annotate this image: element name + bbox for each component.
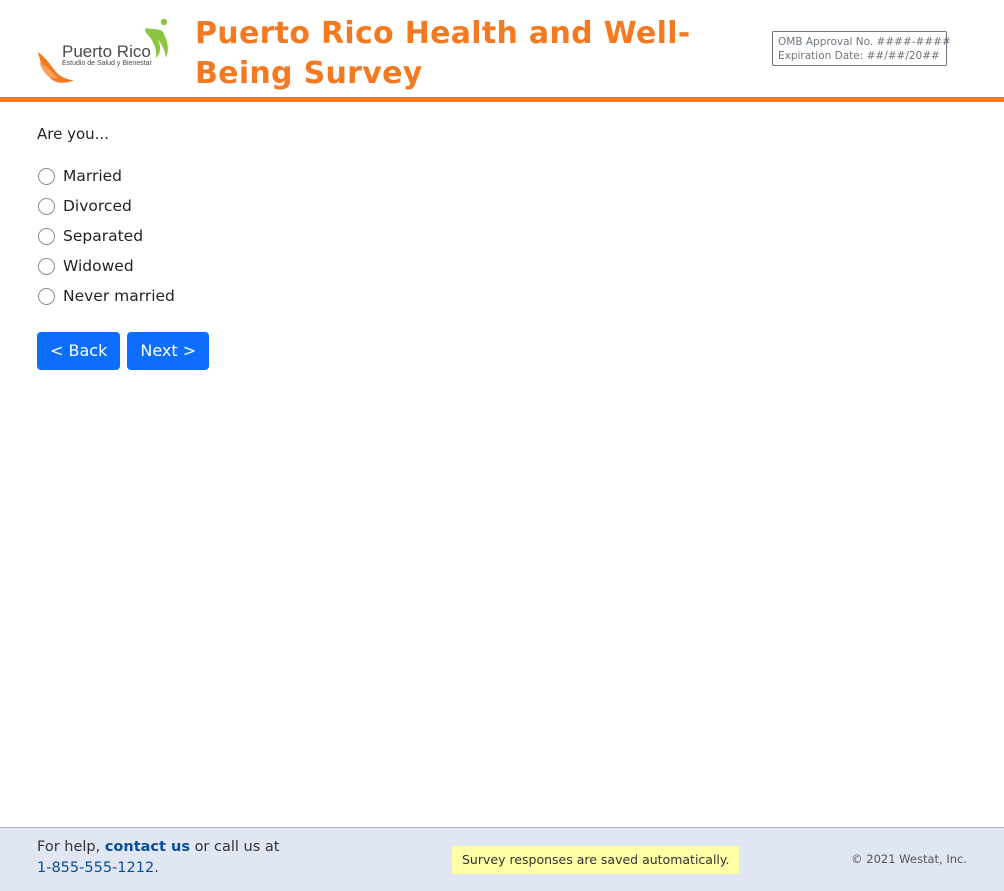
radio-button[interactable] — [38, 287, 55, 305]
help-prefix: For help, — [37, 839, 101, 855]
navigation-buttons: < Back Next > — [37, 332, 937, 370]
contact-us-link[interactable]: contact us — [105, 839, 190, 855]
option-label: Separated — [63, 227, 144, 245]
option-widowed[interactable]: Widowed — [37, 251, 937, 281]
help-text: For help, contact us or call us at 1-855… — [37, 837, 279, 879]
radio-button[interactable] — [38, 167, 55, 185]
site-header: Puerto Rico Estudio de Salud y Bienestar… — [0, 0, 1004, 102]
omb-approval-box: OMB Approval No. ####-#### Expiration Da… — [772, 31, 951, 66]
option-label: Widowed — [63, 257, 134, 275]
help-middle: or call us at — [194, 839, 280, 855]
copyright-text: © 2021 Westat, Inc. — [851, 852, 967, 866]
site-footer: For help, contact us or call us at 1-855… — [0, 827, 1004, 891]
puerto-rico-logo: Puerto Rico Estudio de Salud y Bienestar — [36, 18, 174, 88]
logo-subtext: Estudio de Salud y Bienestar — [62, 60, 152, 67]
option-married[interactable]: Married — [37, 161, 937, 191]
page-title: Puerto Rico Health and Well-Being Survey — [195, 16, 691, 91]
next-button[interactable]: Next > — [127, 332, 210, 370]
radio-button[interactable] — [38, 227, 55, 245]
omb-approval-number: OMB Approval No. ####-#### — [778, 36, 951, 48]
survey-question: Are you... Married Divorced Separated Wi… — [37, 122, 937, 370]
autosave-notice: Survey responses are saved automatically… — [452, 846, 740, 874]
phone-link[interactable]: 1-855-555-1212 — [37, 860, 154, 876]
marital-status-radio-group: Married Divorced Separated Widowed Never… — [37, 161, 937, 311]
help-suffix: . — [154, 860, 159, 876]
option-label: Married — [63, 167, 123, 185]
omb-expiration-date: Expiration Date: ##/##/20## — [778, 50, 940, 62]
radio-button[interactable] — [38, 197, 55, 215]
radio-button[interactable] — [38, 257, 55, 275]
logo-text: Puerto Rico — [62, 42, 151, 61]
option-divorced[interactable]: Divorced — [37, 191, 937, 221]
option-label: Divorced — [63, 197, 132, 215]
option-separated[interactable]: Separated — [37, 221, 937, 251]
option-label: Never married — [63, 287, 175, 305]
question-prompt: Are you... — [37, 125, 109, 143]
back-button[interactable]: < Back — [37, 332, 121, 370]
option-never-married[interactable]: Never married — [37, 281, 937, 311]
